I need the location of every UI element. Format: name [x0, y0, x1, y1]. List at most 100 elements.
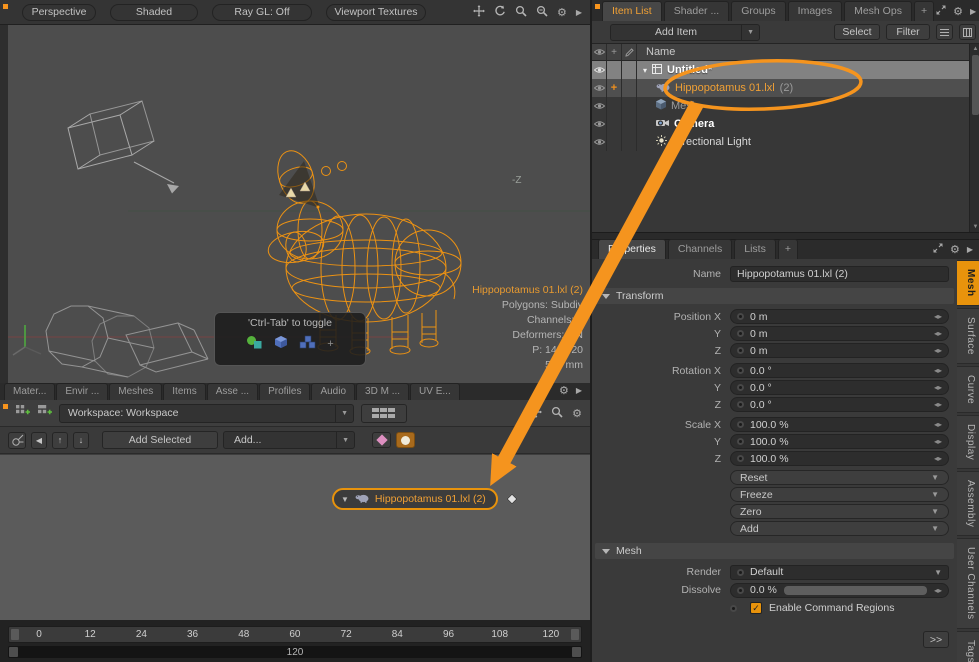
spinner-arrows[interactable]: ◂▸: [934, 437, 942, 446]
lock-cell[interactable]: [607, 97, 622, 115]
side-tab-surface[interactable]: Surface: [957, 308, 979, 364]
tab-material[interactable]: Mater...: [4, 383, 55, 400]
freeze-button[interactable]: Freeze▼: [730, 487, 949, 502]
panel-thumb-handle[interactable]: [595, 4, 600, 9]
tab-groups[interactable]: Groups: [731, 1, 785, 21]
viewport-3d[interactable]: Hippopotamus 01.lxl (2) Polygons: Subdiv…: [0, 25, 590, 383]
spinner-arrows[interactable]: ◂▸: [934, 586, 942, 595]
item-row-hippopotamus[interactable]: + Hippopotamus 01.lxl (2): [592, 79, 979, 97]
eye-icon[interactable]: [592, 61, 607, 79]
gear-icon[interactable]: ⚙: [557, 6, 567, 19]
envelope-dot[interactable]: [737, 455, 744, 462]
envelope-dot[interactable]: [737, 347, 744, 354]
shaded-button[interactable]: Shaded: [110, 4, 198, 21]
envelope-dot[interactable]: [737, 330, 744, 337]
envelope-dot[interactable]: [737, 384, 744, 391]
mesh-section-header[interactable]: Mesh: [595, 543, 954, 559]
pan-icon[interactable]: [473, 5, 485, 20]
spinner-arrows[interactable]: ◂▸: [934, 312, 942, 321]
spinner-arrows[interactable]: ◂▸: [934, 454, 942, 463]
pan-icon[interactable]: [530, 406, 542, 421]
rotation-z-field[interactable]: 0.0 °◂▸: [730, 397, 949, 412]
position-z-field[interactable]: 0 m◂▸: [730, 343, 949, 358]
assembly-icon[interactable]: [246, 335, 263, 352]
tab-properties[interactable]: Properties: [598, 239, 666, 259]
envelope-dot[interactable]: [737, 587, 744, 594]
columns-button[interactable]: [959, 24, 976, 40]
item-row-mesh[interactable]: Mesh: [592, 97, 979, 115]
tab-lists[interactable]: Lists: [734, 239, 776, 259]
tab-uv-edit[interactable]: UV E...: [410, 383, 460, 400]
slider-track[interactable]: [784, 586, 927, 595]
range-right-handle[interactable]: [572, 647, 581, 657]
scale-y-field[interactable]: 100.0 %◂▸: [730, 434, 949, 449]
edit-column-header[interactable]: [622, 44, 637, 60]
maximize-icon[interactable]: [542, 384, 552, 397]
node-collapse-arrow[interactable]: ▼: [341, 495, 349, 504]
ruler-right-handle[interactable]: [571, 629, 579, 640]
rotate-icon[interactable]: [494, 5, 506, 20]
transform-section-header[interactable]: Transform: [595, 288, 954, 304]
toggle-node-style-button[interactable]: [396, 432, 415, 448]
eye-icon[interactable]: [592, 79, 607, 97]
up-arrow-button[interactable]: ↑: [52, 432, 68, 449]
scroll-up-icon[interactable]: ▲: [970, 44, 979, 54]
maximize-icon[interactable]: [936, 5, 946, 18]
edit-cell[interactable]: [622, 79, 637, 97]
scale-z-field[interactable]: 100.0 %◂▸: [730, 451, 949, 466]
position-x-field[interactable]: 0 m◂▸: [730, 309, 949, 324]
tab-assemblies[interactable]: Asse ...: [207, 383, 258, 400]
name-column-header[interactable]: Name: [637, 44, 979, 60]
tab-profiles[interactable]: Profiles: [259, 383, 310, 400]
envelope-dot[interactable]: [730, 605, 737, 612]
panel-menu-icon[interactable]: ▶: [576, 8, 582, 17]
zoom-icon[interactable]: [551, 406, 563, 421]
raygl-button[interactable]: Ray GL: Off: [212, 4, 312, 21]
lock-cell[interactable]: [607, 115, 622, 133]
rotation-y-field[interactable]: 0.0 °◂▸: [730, 380, 949, 395]
node-output-socket[interactable]: [506, 493, 517, 504]
eye-icon[interactable]: [592, 115, 607, 133]
expander-icon[interactable]: ▾: [643, 66, 647, 75]
tab-item-list[interactable]: Item List: [602, 1, 662, 21]
tab-channels[interactable]: Channels: [668, 239, 732, 259]
spinner-arrows[interactable]: ◂▸: [934, 329, 942, 338]
add-item-dropdown[interactable]: Add Item ▼: [610, 24, 760, 41]
tab-3d-model[interactable]: 3D M ...: [356, 383, 409, 400]
tab-meshes[interactable]: Meshes: [109, 383, 162, 400]
layout-presets-button[interactable]: [361, 404, 407, 423]
zero-button[interactable]: Zero▼: [730, 504, 949, 519]
side-tab-tags[interactable]: Tags: [957, 631, 979, 662]
name-field[interactable]: Hippopotamus 01.lxl (2): [730, 266, 949, 282]
scroll-down-icon[interactable]: ▼: [970, 222, 979, 232]
side-tab-display[interactable]: Display: [957, 415, 979, 469]
add-palette-icon[interactable]: [15, 404, 30, 422]
tab-add-new[interactable]: +: [914, 1, 934, 21]
add-workspace-icon[interactable]: [37, 404, 52, 422]
envelope-dot[interactable]: [737, 421, 744, 428]
gear-icon[interactable]: ⚙: [950, 243, 960, 256]
panel-menu-icon[interactable]: ▶: [970, 7, 976, 16]
edit-cell[interactable]: [622, 61, 637, 79]
scale-x-field[interactable]: 100.0 %◂▸: [730, 417, 949, 432]
plus-icon[interactable]: +: [327, 338, 333, 350]
side-tab-assembly[interactable]: Assembly: [957, 471, 979, 536]
spinner-arrows[interactable]: ◂▸: [934, 420, 942, 429]
item-list-scrollbar[interactable]: ▲ ▼: [969, 44, 979, 232]
spinner-arrows[interactable]: ◂▸: [934, 383, 942, 392]
lock-cell[interactable]: [607, 133, 622, 151]
command-regions-checkbox[interactable]: ✓: [750, 602, 762, 614]
panel-thumb-handle[interactable]: [3, 4, 8, 9]
side-tab-curve[interactable]: Curve: [957, 366, 979, 413]
position-y-field[interactable]: 0 m◂▸: [730, 326, 949, 341]
list-options-button[interactable]: [936, 24, 953, 40]
maximize-icon[interactable]: [933, 243, 943, 256]
tab-shader-tree[interactable]: Shader ...: [664, 1, 730, 21]
timeline-ruler[interactable]: 0 12 24 36 48 60 72 84 96 108 120: [8, 626, 582, 643]
item-row-scene[interactable]: ▾ Untitled*: [592, 61, 979, 79]
render-dropdown[interactable]: Default ▼: [730, 565, 949, 580]
edit-cell[interactable]: [622, 115, 637, 133]
scrollbar-thumb[interactable]: [972, 55, 979, 115]
back-arrow-button[interactable]: ◀: [31, 432, 47, 449]
eye-icon[interactable]: [592, 133, 607, 151]
